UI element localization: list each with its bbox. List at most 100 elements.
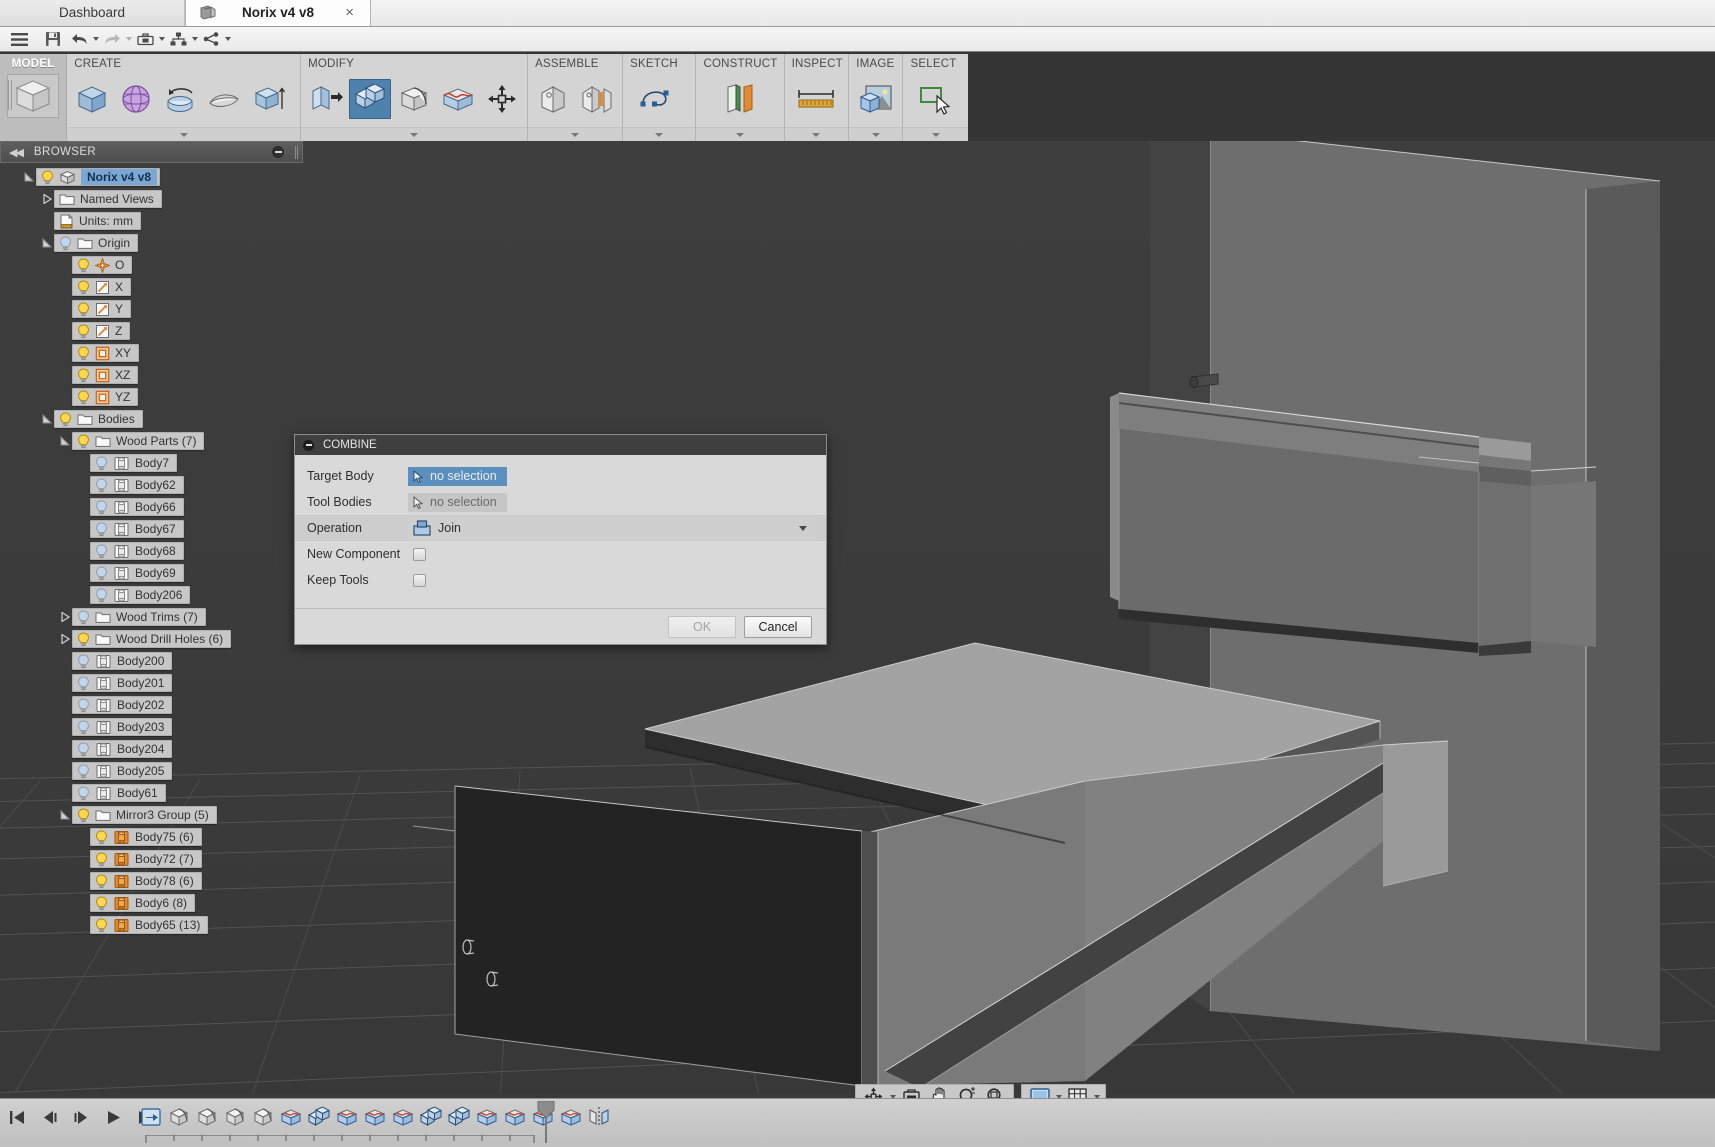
tree-item[interactable]: XY	[0, 342, 320, 364]
combine-feature-icon[interactable]	[446, 1104, 471, 1130]
panel-image-dropdown[interactable]	[849, 127, 903, 141]
tree-item-chip[interactable]: Body202	[72, 696, 173, 714]
lightbulb-on-icon[interactable]	[77, 323, 90, 339]
tree-item[interactable]: Body202	[0, 694, 320, 716]
cancel-button[interactable]: Cancel	[744, 615, 812, 638]
tree-item-chip[interactable]: Origin	[54, 234, 139, 252]
share-icon[interactable]	[198, 28, 224, 51]
spline-icon[interactable]	[638, 79, 680, 119]
tree-item-chip[interactable]: Z	[72, 322, 131, 340]
timeline-begin-icon[interactable]	[8, 1107, 27, 1127]
tree-item-chip[interactable]: Body6 (8)	[90, 894, 196, 912]
sketch-feature-icon[interactable]	[474, 1104, 499, 1130]
tree-item-chip[interactable]: Mirror3 Group (5)	[72, 806, 217, 824]
lightbulb-off-icon[interactable]	[59, 235, 72, 251]
tree-item-chip[interactable]: Body61	[72, 784, 166, 802]
lightbulb-off-icon[interactable]	[77, 719, 90, 735]
tree-item[interactable]: Bodies	[0, 408, 320, 430]
tree-item[interactable]: Units: mm	[0, 210, 320, 232]
tree-item[interactable]: Body204	[0, 738, 320, 760]
tree-item-chip[interactable]: Body68	[90, 542, 184, 560]
split-face-icon[interactable]	[437, 79, 479, 119]
tree-item[interactable]: Body61	[0, 782, 320, 804]
timeline-marker[interactable]	[536, 1101, 556, 1143]
tree-item[interactable]: Body69	[0, 562, 320, 584]
tree-item-chip[interactable]: Units: mm	[54, 212, 141, 230]
tree-item-chip[interactable]: XY	[72, 344, 140, 362]
keep-tools-checkbox[interactable]	[413, 573, 426, 587]
lightbulb-off-icon[interactable]	[95, 521, 108, 537]
lightbulb-off-icon[interactable]	[95, 565, 108, 581]
target-body-selection-field[interactable]: no selection	[408, 466, 507, 486]
tree-item[interactable]: Body206	[0, 584, 320, 606]
loft-icon[interactable]	[203, 79, 245, 119]
lightbulb-on-icon[interactable]	[95, 917, 108, 933]
joint-icon[interactable]	[576, 79, 618, 119]
offset-plane-icon[interactable]	[719, 79, 761, 119]
tree-item-chip[interactable]: O	[72, 256, 133, 274]
save-icon[interactable]	[40, 28, 66, 51]
tree-item-chip[interactable]: Body78 (6)	[90, 872, 202, 890]
lightbulb-on-icon[interactable]	[77, 257, 90, 273]
timeline-play-icon[interactable]	[104, 1107, 123, 1127]
move-feature-icon[interactable]	[138, 1104, 163, 1130]
tree-item-chip[interactable]: Body75 (6)	[90, 828, 202, 846]
redo-icon[interactable]	[99, 28, 125, 51]
workspace-tab-model[interactable]: MODEL	[0, 54, 68, 141]
tree-item[interactable]: Body65 (13)	[0, 914, 320, 936]
tree-item[interactable]: Origin	[0, 232, 320, 254]
tree-item-chip[interactable]: Y	[72, 300, 132, 318]
press-pull-icon[interactable]	[305, 79, 347, 119]
twisty-expanded-icon[interactable]	[22, 166, 36, 188]
dialog-collapse-icon[interactable]	[303, 439, 314, 451]
toolbox-icon[interactable]	[132, 28, 158, 51]
tree-item[interactable]: Body66	[0, 496, 320, 518]
lightbulb-on-icon[interactable]	[95, 829, 108, 845]
measure-icon[interactable]	[795, 79, 837, 119]
tree-item[interactable]: Wood Parts (7)	[0, 430, 320, 452]
lightbulb-on-icon[interactable]	[77, 345, 90, 361]
close-icon[interactable]: ×	[345, 4, 354, 21]
tree-item-chip[interactable]: Body7	[90, 454, 178, 472]
tree-item[interactable]: Body203	[0, 716, 320, 738]
twisty-collapsed-icon[interactable]	[58, 606, 72, 628]
revolve-icon[interactable]	[159, 79, 201, 119]
lightbulb-off-icon[interactable]	[77, 675, 90, 691]
lightbulb-on-icon[interactable]	[77, 301, 90, 317]
tree-item[interactable]: Wood Trims (7)	[0, 606, 320, 628]
tree-item[interactable]: Body67	[0, 518, 320, 540]
sketch-feature-icon[interactable]	[278, 1104, 303, 1130]
minimize-icon[interactable]	[272, 146, 284, 158]
lightbulb-on-icon[interactable]	[77, 807, 90, 823]
tree-item-chip[interactable]: Body69	[90, 564, 184, 582]
lightbulb-on-icon[interactable]	[77, 389, 90, 405]
fillet-feature-icon[interactable]	[222, 1104, 247, 1130]
tree-item[interactable]: Z	[0, 320, 320, 342]
tree-item[interactable]: Body201	[0, 672, 320, 694]
panel-inspect-dropdown[interactable]	[784, 127, 849, 141]
sketch-feature-icon[interactable]	[390, 1104, 415, 1130]
timeline-step-forward-icon[interactable]	[72, 1107, 91, 1127]
tree-item-chip[interactable]: Wood Trims (7)	[72, 608, 206, 626]
tree-item[interactable]: Named Views	[0, 188, 320, 210]
fillet-feature-icon[interactable]	[166, 1104, 191, 1130]
tree-item[interactable]: Body200	[0, 650, 320, 672]
tree-item[interactable]: Body75 (6)	[0, 826, 320, 848]
tree-item[interactable]: Body62	[0, 474, 320, 496]
tree-item[interactable]: Wood Drill Holes (6)	[0, 628, 320, 650]
tree-item-chip[interactable]: Body203	[72, 718, 173, 736]
lightbulb-on-icon[interactable]	[77, 279, 90, 295]
tree-item-chip[interactable]: Bodies	[54, 410, 143, 428]
timeline-step-back-icon[interactable]	[40, 1107, 59, 1127]
tree-item-chip[interactable]: Body206	[90, 586, 191, 604]
tool-bodies-selection-field[interactable]: no selection	[408, 492, 507, 512]
tree-item-chip[interactable]: Named Views	[54, 190, 162, 208]
tree-item-chip[interactable]: XZ	[72, 366, 139, 384]
twisty-collapsed-icon[interactable]	[40, 188, 54, 210]
lightbulb-off-icon[interactable]	[95, 455, 108, 471]
fillet-feature-icon[interactable]	[194, 1104, 219, 1130]
extrude-icon[interactable]	[247, 79, 289, 119]
tree-item[interactable]: Body78 (6)	[0, 870, 320, 892]
tree-item[interactable]: XZ	[0, 364, 320, 386]
tree-item-chip[interactable]: Wood Drill Holes (6)	[72, 630, 232, 648]
